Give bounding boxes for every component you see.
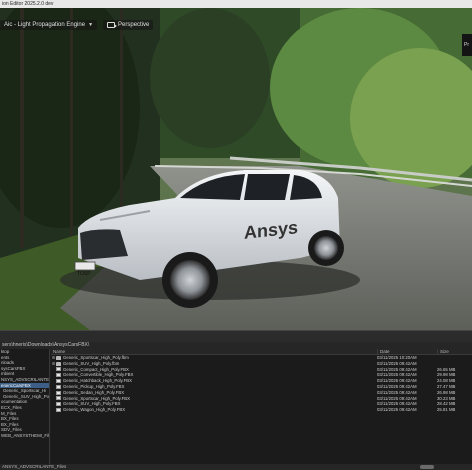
file-icon <box>56 373 61 378</box>
file-icon <box>56 402 61 407</box>
column-date[interactable]: Date <box>377 349 437 354</box>
file-icon <box>56 408 61 413</box>
engine-label: Aic - Light Propagation Engine <box>4 22 86 28</box>
file-icon <box>56 367 61 372</box>
file-icon <box>56 390 61 395</box>
file-icon <box>56 379 61 384</box>
folder-icon <box>56 355 61 360</box>
app-window: ion Editor 2025.2.0 dev Ansys TOSP Aic -… <box>0 0 472 470</box>
tree-item[interactable]: WEB_ANSYSTHEMI_Files <box>0 433 49 439</box>
license-plate-text: TOSP <box>77 271 91 277</box>
viewport-toolbar: Aic - Light Propagation Engine ▼ Perspec… <box>0 18 154 32</box>
tree-item[interactable]: NSYS_ADVSCRILANTE_F <box>0 377 49 383</box>
engine-selector[interactable]: Aic - Light Propagation Engine ▼ <box>0 20 98 30</box>
column-name[interactable]: Name <box>51 349 377 354</box>
file-date: 03/11/2025 09:42AM <box>377 407 417 413</box>
file-name-cell: Generic_Wagon_High_Poly.FBX <box>51 407 377 413</box>
file-icon <box>56 396 61 401</box>
folder-tree: ktop ents nloads sysCarsFBX mbient NSYS_ADVSC… <box>0 349 50 464</box>
folder-icon <box>56 361 61 366</box>
file-row[interactable]: Generic_Wagon_High_Poly.FBX 03/11/2025 09… <box>51 407 472 413</box>
file-size: 25.81 MB <box>437 407 456 413</box>
horizontal-scrollbar[interactable] <box>420 465 434 469</box>
tree-item[interactable]: Generic_Sportscar_Hi <box>0 388 49 394</box>
file-list: Name Date Size ⊞ Generic_Sportscar_High_P… <box>51 349 472 464</box>
column-size[interactable]: Size <box>437 349 472 354</box>
status-bar: ANSYS_ADVSCRILANTE_Files <box>0 464 472 470</box>
panel-splitter[interactable] <box>0 330 472 342</box>
camera-label: Perspective <box>118 22 150 28</box>
viewport-side-tab[interactable]: Pr <box>462 34 472 56</box>
file-rows: ⊞ Generic_Sportscar_High_Poly.fbm 03/11/20… <box>51 355 472 413</box>
scene-render <box>0 8 472 330</box>
path-bar[interactable]: sers\hneris\Downloads\AnsysCarsFBX\ <box>0 342 472 349</box>
file-icon <box>56 384 61 389</box>
chevron-down-icon: ▼ <box>88 22 94 28</box>
file-name: Generic_Wagon_High_Poly.FBX <box>63 407 126 413</box>
camera-icon <box>107 22 118 28</box>
camera-selector[interactable]: Perspective <box>103 20 154 30</box>
window-title: ion Editor 2025.2.0 dev <box>0 0 472 8</box>
3d-viewport[interactable]: Ansys TOSP Aic - Light Propagation Engin… <box>0 8 472 330</box>
